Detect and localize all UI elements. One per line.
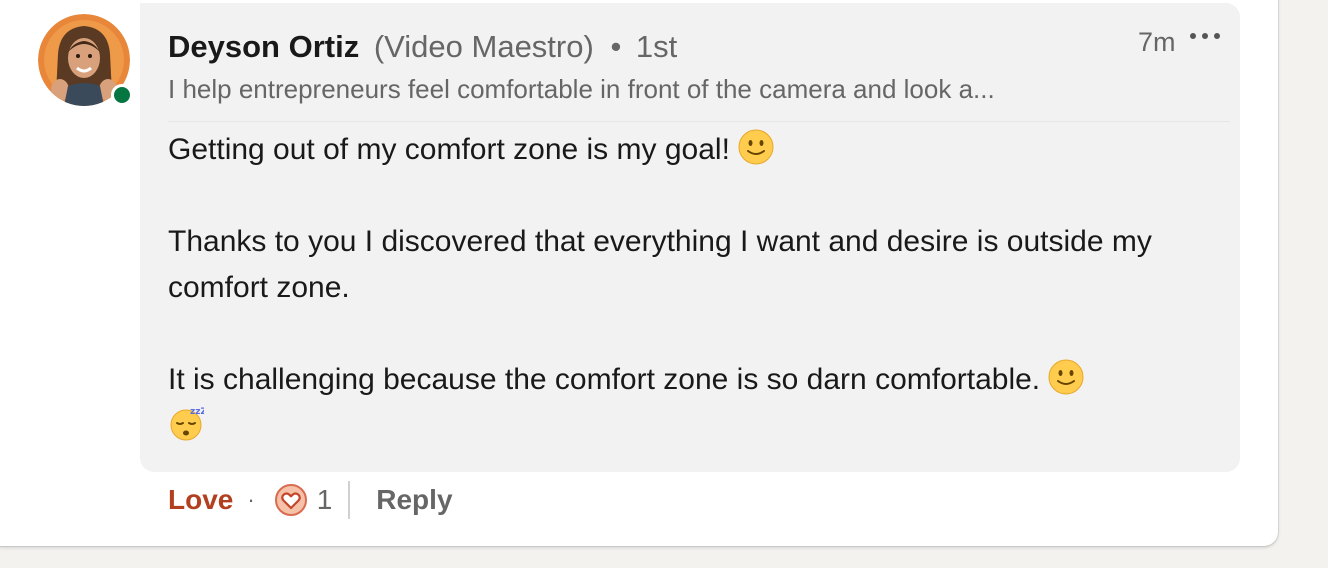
- love-heart-icon[interactable]: [274, 484, 307, 516]
- connection-degree: 1st: [635, 29, 678, 64]
- reply-button[interactable]: Reply: [376, 484, 452, 516]
- sleeping-face-icon: zzZ: [170, 407, 204, 441]
- slightly-smiling-face-icon: [738, 129, 774, 165]
- ellipsis-icon: [1190, 33, 1220, 39]
- svg-text:zzZ: zzZ: [190, 407, 204, 417]
- author-name[interactable]: Deyson Ortiz: [168, 29, 359, 64]
- header-divider: [168, 121, 1230, 122]
- more-options-button[interactable]: [1184, 21, 1226, 51]
- author-headline: I help entrepreneurs feel comfortable in…: [168, 74, 995, 104]
- comment-paragraph: Thanks to you I discovered that everythi…: [168, 219, 1218, 311]
- love-reaction-button[interactable]: Love: [168, 484, 233, 516]
- comment-timestamp: 7m: [1138, 27, 1176, 57]
- comment-paragraph: It is challenging because the comfort zo…: [168, 357, 1218, 449]
- author-line: Deyson Ortiz (Video Maestro) • 1st: [168, 29, 677, 65]
- paragraph-text: It is challenging because the comfort zo…: [168, 363, 1049, 396]
- comment-text: Getting out of my comfort zone is my goa…: [168, 127, 1218, 449]
- action-divider: [348, 481, 351, 519]
- comment-paragraph: Getting out of my comfort zone is my goa…: [168, 127, 1218, 173]
- comment-bubble: Deyson Ortiz (Video Maestro) • 1st I hel…: [140, 3, 1240, 472]
- online-status-indicator: [111, 84, 133, 106]
- reaction-count[interactable]: 1: [317, 484, 333, 516]
- paragraph-text: Thanks to you I discovered that everythi…: [168, 225, 1152, 304]
- separator-dot: •: [610, 29, 622, 64]
- paragraph-text: Getting out of my comfort zone is my goa…: [168, 133, 739, 166]
- slightly-smiling-face-icon: [1048, 359, 1084, 395]
- comment-actions: Love · 1 Reply: [168, 478, 453, 522]
- action-separator-dot: ·: [247, 487, 255, 512]
- author-avatar[interactable]: [38, 14, 133, 106]
- author-designation: (Video Maestro): [373, 29, 594, 64]
